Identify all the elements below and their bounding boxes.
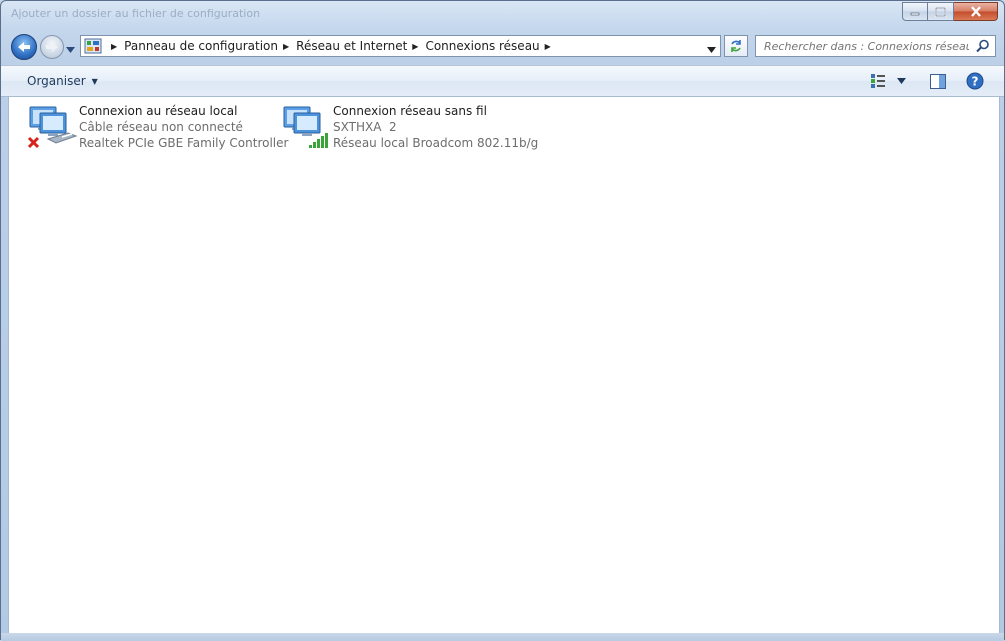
minimize-button[interactable] (902, 2, 928, 21)
command-bar-icons: ? (858, 72, 984, 90)
search-icon[interactable] (976, 39, 990, 53)
preview-pane-icon (930, 73, 946, 89)
breadcrumb-separator-icon[interactable]: ▶ (545, 42, 551, 51)
title-bar[interactable]: Ajouter un dossier au fichier de configu… (1, 1, 1004, 29)
chevron-down-icon (66, 47, 75, 53)
address-history-dropdown[interactable] (707, 42, 716, 56)
window-controls (902, 2, 998, 21)
breadcrumb-network-connections[interactable]: ▶ Connexions réseau ▶ (407, 39, 558, 53)
search-box[interactable] (755, 35, 996, 57)
navigation-bar: ▶ Panneau de configuration ▶ Réseau et I… (1, 31, 1004, 63)
breadcrumb-label[interactable]: Connexions réseau (425, 39, 539, 53)
breadcrumb-label[interactable]: Réseau et Internet (296, 39, 407, 53)
maximize-icon (935, 6, 946, 17)
arrow-left-icon (18, 42, 30, 52)
chevron-down-icon (897, 78, 906, 84)
connection-item-lan[interactable]: Connexion au réseau local Câble réseau n… (26, 103, 288, 155)
connection-name: Connexion réseau sans fil (333, 104, 487, 118)
maximize-button[interactable] (928, 2, 954, 21)
network-disconnected-icon (26, 103, 78, 155)
connection-status: Câble réseau non connecté (79, 120, 243, 134)
window-title: Ajouter un dossier au fichier de configu… (11, 7, 261, 20)
breadcrumb-network-internet[interactable]: ▶ Réseau et Internet (278, 39, 407, 53)
wireless-signal-icon (280, 103, 332, 155)
back-button[interactable] (11, 34, 37, 60)
breadcrumb-separator-icon[interactable]: ▶ (111, 42, 117, 51)
connection-adapter: Réseau local Broadcom 802.11b/g (333, 136, 539, 150)
breadcrumb-separator-icon[interactable]: ▶ (412, 42, 418, 51)
organise-button[interactable]: Organiser ▼ (27, 74, 98, 88)
address-bar[interactable]: ▶ Panneau de configuration ▶ Réseau et I… (80, 35, 721, 57)
close-button[interactable] (954, 2, 998, 21)
search-input[interactable] (762, 39, 971, 54)
minimize-icon (910, 12, 920, 15)
breadcrumb-separator-icon[interactable]: ▶ (283, 42, 289, 51)
command-bar: Organiser ▼ ? (1, 65, 1004, 97)
change-view-button[interactable] (870, 73, 908, 89)
refresh-icon (731, 40, 741, 52)
close-icon (970, 6, 981, 17)
file-list[interactable]: Connexion au réseau local Câble réseau n… (8, 97, 1000, 633)
view-details-icon (871, 74, 885, 88)
recent-pages-dropdown[interactable] (66, 42, 75, 56)
chevron-down-icon: ▼ (91, 76, 98, 86)
control-panel-icon (84, 38, 102, 54)
connection-status: SXTHXA 2 (333, 120, 397, 134)
chevron-down-icon (707, 47, 716, 53)
svg-text:?: ? (972, 75, 979, 89)
breadcrumb-control-panel[interactable]: ▶ Panneau de configuration (106, 39, 278, 53)
connection-item-wireless[interactable]: Connexion réseau sans fil SXTHXA 2 Résea… (280, 103, 538, 155)
breadcrumb-label[interactable]: Panneau de configuration (124, 39, 278, 53)
help-icon: ? (966, 72, 984, 90)
connection-details: Connexion au réseau local Câble réseau n… (79, 103, 288, 155)
organise-label: Organiser (27, 74, 86, 88)
refresh-button[interactable] (724, 35, 748, 57)
connection-adapter: Realtek PCIe GBE Family Controller (79, 136, 289, 150)
help-button[interactable]: ? (966, 72, 984, 90)
preview-pane-button[interactable] (930, 73, 946, 89)
explorer-window: Ajouter un dossier au fichier de configu… (0, 0, 1005, 641)
connection-name: Connexion au réseau local (79, 104, 238, 118)
connection-details: Connexion réseau sans fil SXTHXA 2 Résea… (333, 103, 538, 155)
arrow-right-icon (46, 42, 58, 52)
forward-button[interactable] (40, 35, 64, 59)
